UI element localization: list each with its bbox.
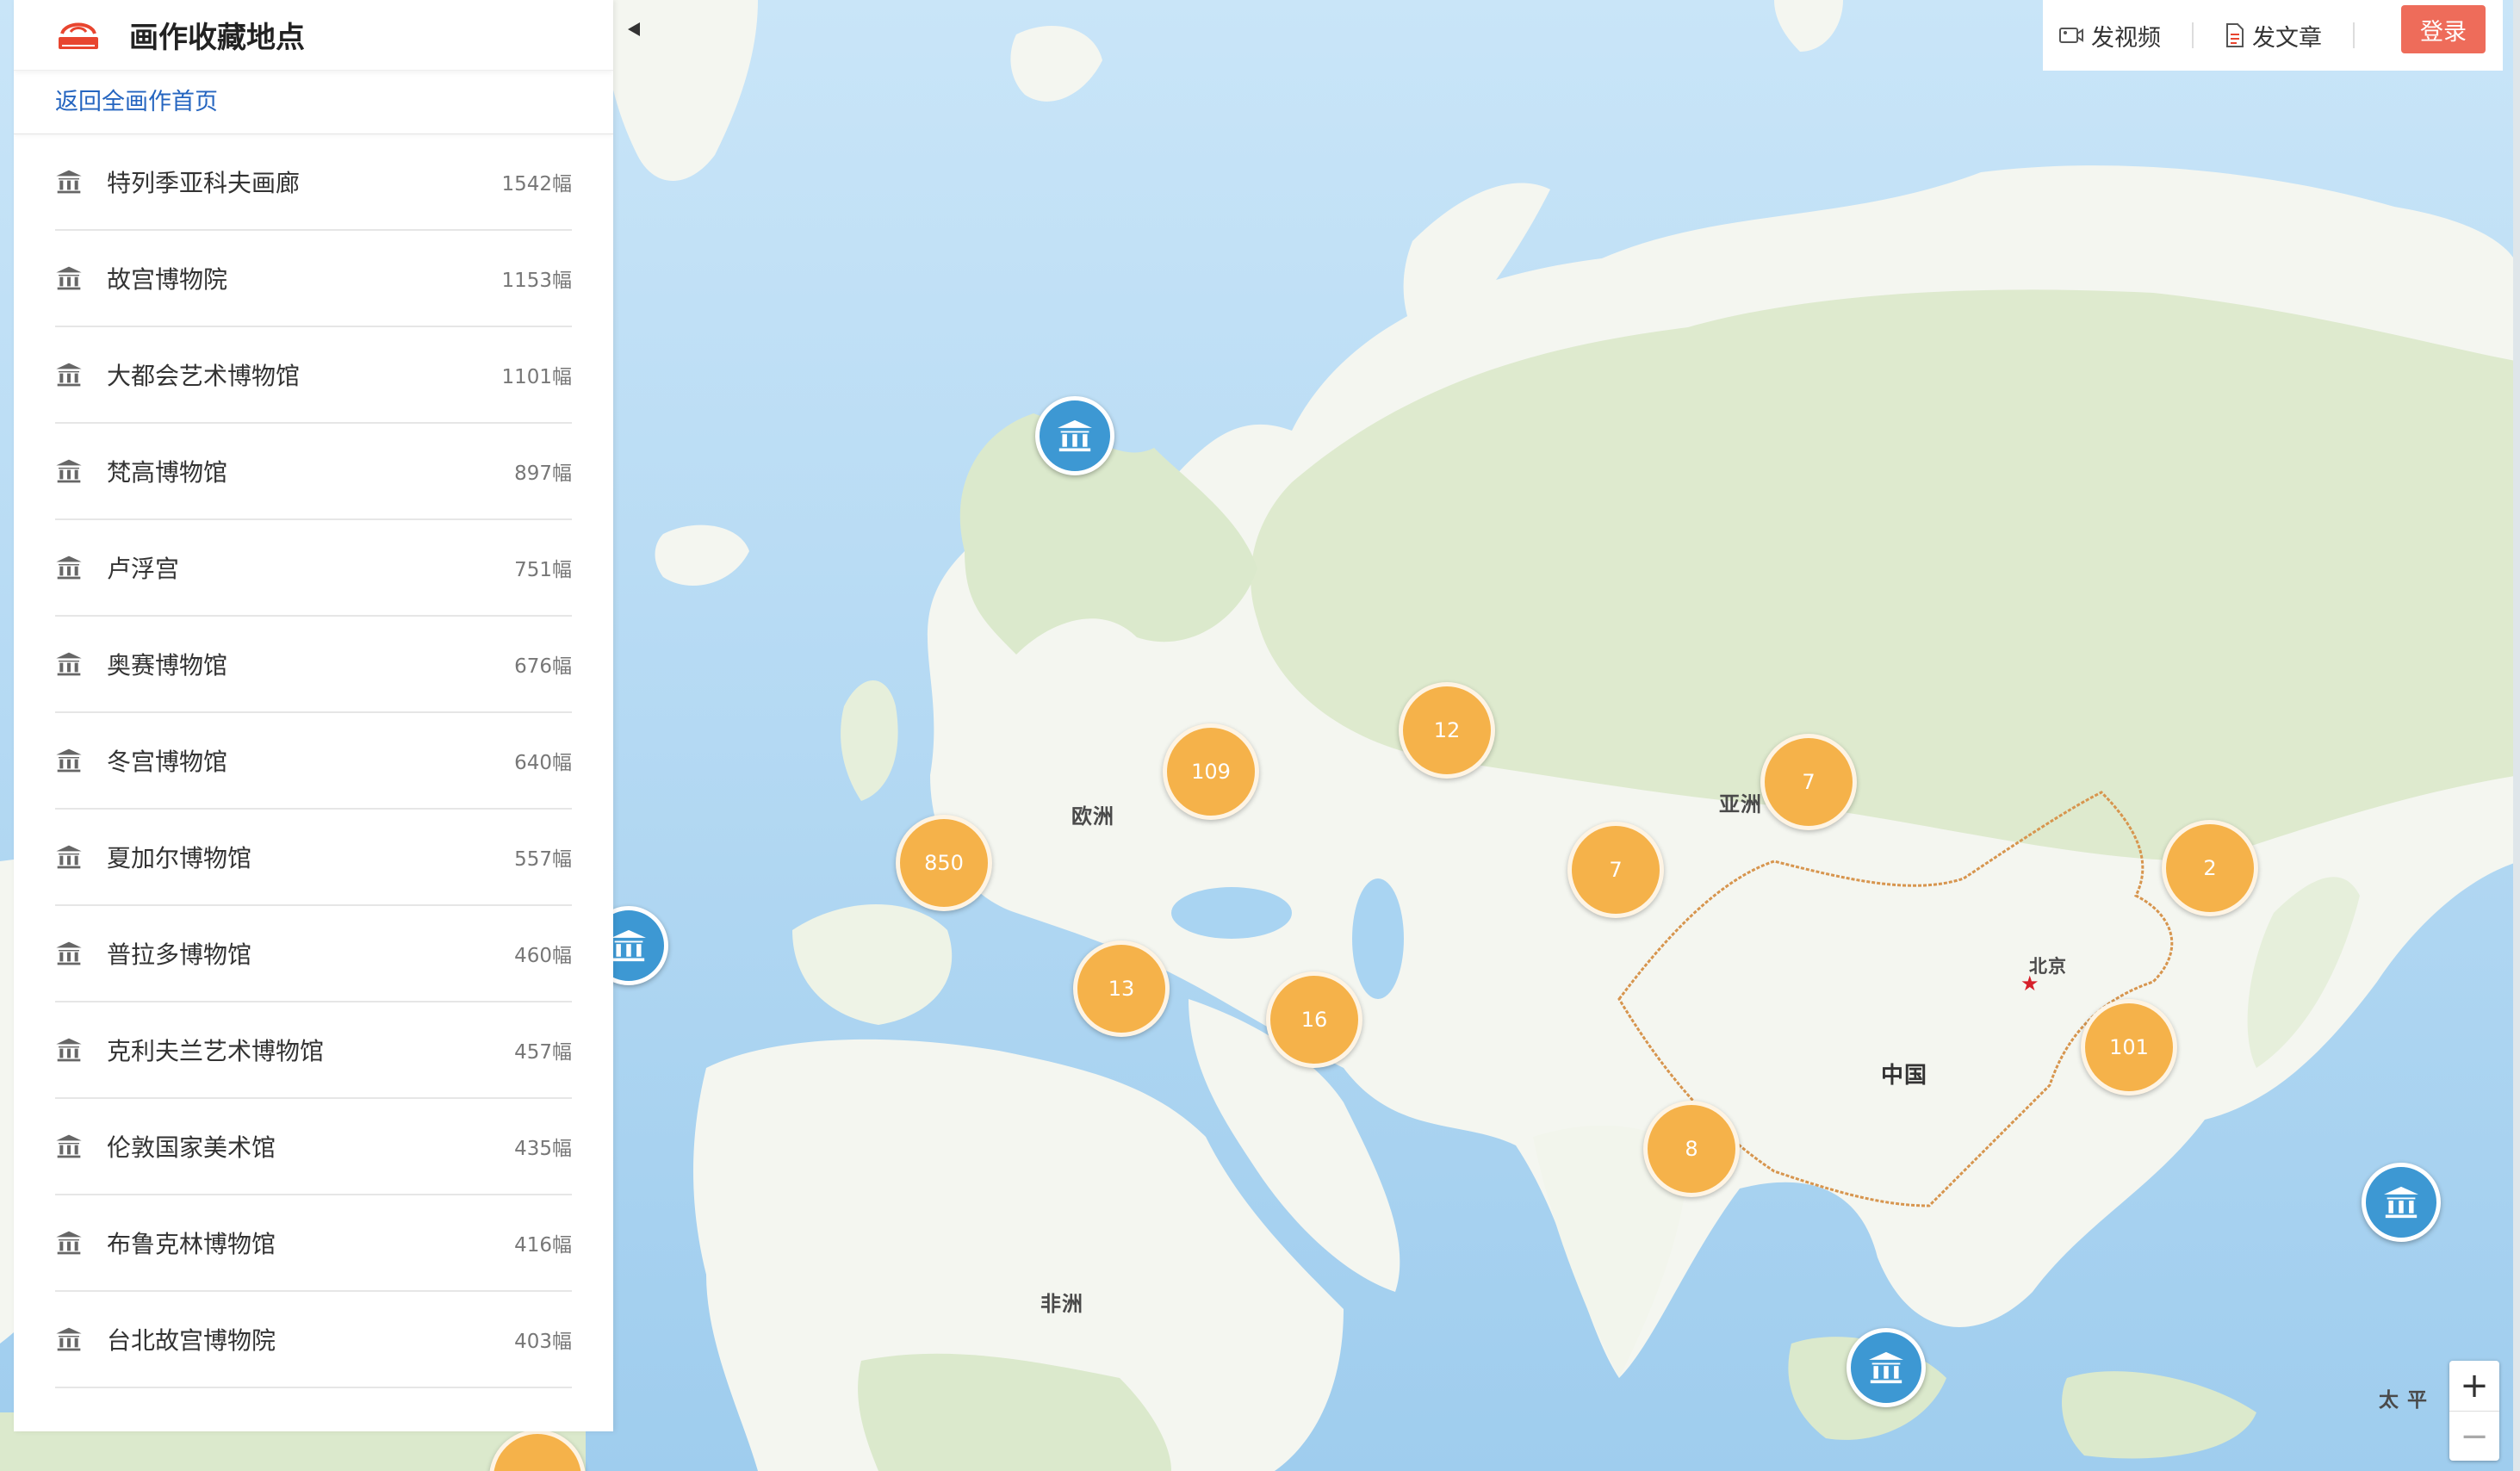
- post-video-label: 发视频: [2091, 24, 2161, 52]
- museum-list-item[interactable]: 奥赛博物馆 676幅: [55, 617, 572, 713]
- zoom-out-button[interactable]: −: [2449, 1411, 2499, 1461]
- museum-painting-count: 897幅: [514, 462, 572, 485]
- museum-painting-count: 1101幅: [501, 366, 572, 388]
- museum-list-item[interactable]: 特列季亚科夫画廊 1542幅: [55, 134, 572, 231]
- museum-list-item[interactable]: 冬宫博物馆 640幅: [55, 713, 572, 810]
- museum-name: 伦敦国家美术馆: [107, 1133, 276, 1162]
- museum-icon: [56, 266, 82, 290]
- museum-icon: [56, 748, 82, 773]
- page-edge: [2513, 0, 2520, 1471]
- museum-list-item[interactable]: 卢浮宫 751幅: [55, 520, 572, 617]
- museum-sidebar: 画作收藏地点 返回全画作首页 特列季亚科夫画廊 1542幅故宫博物院 1153幅大都…: [14, 0, 613, 1431]
- cluster-marker[interactable]: 7: [1567, 822, 1664, 918]
- museum-name: 布鲁克林博物馆: [107, 1230, 276, 1258]
- museum-list-item[interactable]: 克利夫兰艺术博物馆 457幅: [55, 1002, 572, 1099]
- zoom-control: + −: [2449, 1361, 2499, 1461]
- sidebar-title: 画作收藏地点: [129, 21, 305, 55]
- museum-painting-count: 403幅: [514, 1331, 572, 1353]
- back-to-home-link[interactable]: 返回全画作首页: [14, 71, 613, 134]
- museum-icon: [2384, 1186, 2418, 1219]
- museum-icon: [611, 929, 646, 962]
- toolbar-divider: [2192, 22, 2194, 48]
- museum-name: 夏加尔博物馆: [107, 844, 252, 872]
- museum-painting-count: 640幅: [514, 752, 572, 774]
- museum-list-item[interactable]: 普拉多博物馆 460幅: [55, 906, 572, 1002]
- museum-icon: [56, 1231, 82, 1255]
- museum-name: 故宫博物院: [107, 265, 228, 294]
- toolbar-divider: [2353, 22, 2355, 48]
- museum-name: 克利夫兰艺术博物馆: [107, 1037, 325, 1065]
- museum-icon: [56, 941, 82, 965]
- museum-icon: [56, 556, 82, 580]
- museum-icon: [56, 1327, 82, 1351]
- museum-name: 卢浮宫: [107, 555, 180, 583]
- label-pacific: 太 平: [2379, 1389, 2429, 1412]
- museum-name: 大都会艺术博物馆: [107, 362, 301, 390]
- login-button[interactable]: 登录: [2401, 5, 2486, 53]
- caret-left-icon: [628, 22, 640, 36]
- site-logo-icon[interactable]: [53, 16, 103, 54]
- museum-list-item[interactable]: 夏加尔博物馆 557幅: [55, 810, 572, 906]
- capital-star-icon: ★: [2020, 971, 2039, 996]
- museum-list-item[interactable]: 布鲁克林博物馆 416幅: [55, 1195, 572, 1292]
- museum-painting-count: 1542幅: [501, 173, 572, 196]
- collapse-sidebar-button[interactable]: [617, 12, 651, 47]
- museum-marker[interactable]: [2362, 1163, 2441, 1242]
- museum-icon: [56, 459, 82, 483]
- museum-list-item[interactable]: 梵高博物馆 897幅: [55, 424, 572, 520]
- museum-icon: [56, 652, 82, 676]
- museum-name: 奥赛博物馆: [107, 651, 228, 680]
- museum-painting-count: 416幅: [514, 1234, 572, 1257]
- museum-icon: [56, 1134, 82, 1158]
- museum-name: 台北故宫博物院: [107, 1326, 276, 1355]
- cluster-marker[interactable]: 8: [1643, 1101, 1740, 1197]
- document-icon: [2226, 23, 2244, 47]
- museum-painting-count: 676幅: [514, 655, 572, 678]
- museum-marker[interactable]: [1035, 396, 1114, 475]
- cluster-marker[interactable]: 109: [1163, 723, 1259, 820]
- cluster-marker[interactable]: 16: [1266, 971, 1362, 1068]
- museum-icon: [1869, 1351, 1903, 1384]
- museum-list-item[interactable]: 故宫博物院 1153幅: [55, 231, 572, 327]
- museum-painting-count: 457幅: [514, 1041, 572, 1064]
- post-article-label: 发文章: [2252, 24, 2322, 52]
- museum-name: 普拉多博物馆: [107, 940, 252, 969]
- museum-icon: [56, 363, 82, 387]
- museum-painting-count: 460幅: [514, 945, 572, 967]
- museum-name: 冬宫博物馆: [107, 748, 228, 776]
- museum-painting-count: 557幅: [514, 848, 572, 871]
- label-europe: 欧洲: [1071, 804, 1114, 829]
- cluster-marker[interactable]: 101: [2081, 999, 2177, 1095]
- museum-icon: [56, 845, 82, 869]
- zoom-in-button[interactable]: +: [2449, 1361, 2499, 1411]
- museum-name: 梵高博物馆: [107, 458, 228, 487]
- museum-icon: [56, 1038, 82, 1062]
- museum-list-item[interactable]: 伦敦国家美术馆 435幅: [55, 1099, 572, 1195]
- cluster-marker[interactable]: 12: [1399, 682, 1495, 779]
- label-asia: 亚洲: [1719, 792, 1762, 816]
- list-bottom-edge: [14, 1414, 613, 1431]
- museum-painting-count: 435幅: [514, 1138, 572, 1160]
- video-icon: [2059, 28, 2083, 43]
- post-video-button[interactable]: 发视频: [2058, 19, 2161, 53]
- cluster-marker[interactable]: 13: [1073, 940, 1170, 1037]
- museum-icon: [56, 170, 82, 194]
- cluster-marker[interactable]: 850: [896, 815, 992, 911]
- museum-icon: [1058, 419, 1092, 452]
- museum-painting-count: 1153幅: [501, 270, 572, 292]
- museum-list-item[interactable]: 大都会艺术博物馆 1101幅: [55, 327, 572, 424]
- post-article-button[interactable]: 发文章: [2225, 19, 2322, 53]
- label-china: 中国: [1881, 1063, 1928, 1089]
- museum-name: 特列季亚科夫画廊: [107, 169, 301, 197]
- cluster-marker[interactable]: 7: [1760, 734, 1857, 830]
- museum-list: 特列季亚科夫画廊 1542幅故宫博物院 1153幅大都会艺术博物馆 1101幅梵高博物…: [55, 134, 572, 1388]
- museum-list-item[interactable]: 台北故宫博物院 403幅: [55, 1292, 572, 1388]
- sidebar-header: 画作收藏地点: [14, 0, 613, 71]
- label-africa: 非洲: [1040, 1292, 1083, 1316]
- museum-painting-count: 751幅: [514, 559, 572, 581]
- cluster-marker[interactable]: 2: [2162, 820, 2258, 916]
- museum-marker[interactable]: [1847, 1328, 1926, 1407]
